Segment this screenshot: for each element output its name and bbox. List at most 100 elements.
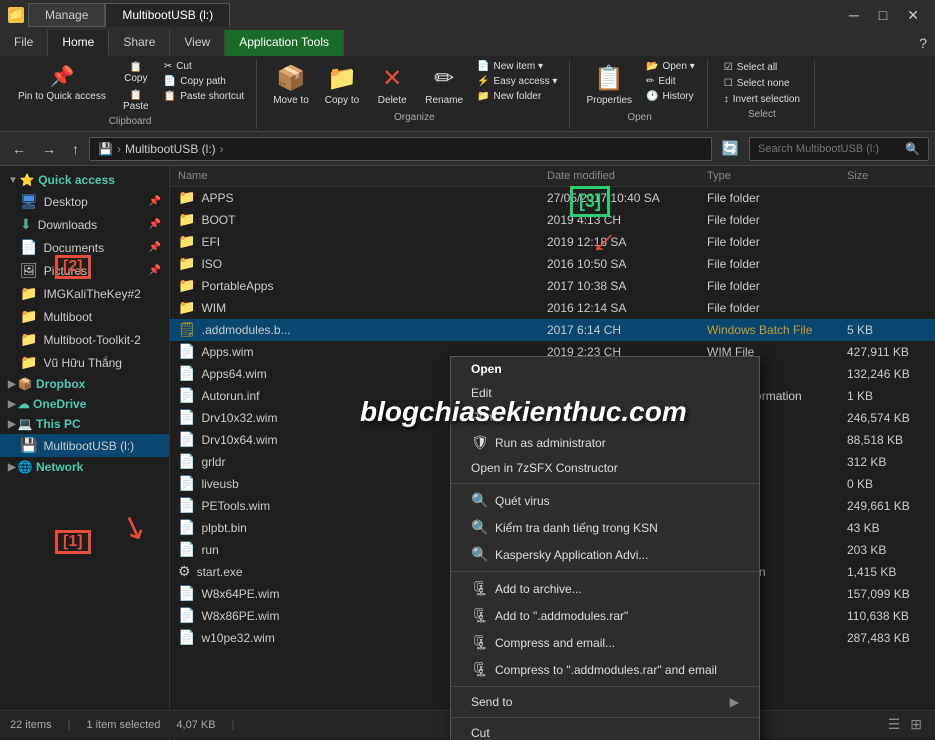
sidebar-network[interactable]: ▶ 🌐 Network — [0, 457, 169, 477]
ctx-send-to[interactable]: Send to ▶ — [451, 690, 759, 714]
select-all-button[interactable]: ☑ Select all — [718, 60, 806, 75]
header-size[interactable]: Size — [847, 170, 927, 182]
tab-share[interactable]: Share — [109, 30, 170, 56]
refresh-button[interactable]: 🔄 — [716, 136, 745, 161]
sidebar-item-desktop[interactable]: 🖥 Desktop 📌 — [0, 190, 169, 213]
virus-scan-icon: 🔍 — [471, 492, 487, 509]
multiboot-label: Multiboot — [43, 310, 92, 324]
bin-icon: 📄 — [178, 519, 195, 535]
back-button[interactable]: ← — [6, 137, 32, 161]
up-button[interactable]: ↑ — [66, 137, 85, 161]
ctx-add-archive[interactable]: 🗜 Add to archive... — [451, 575, 759, 602]
table-row[interactable]: 📁WIM 2016 12:14 SA File folder — [170, 297, 935, 319]
wim-icon: 📄 — [178, 497, 195, 513]
tab-view[interactable]: View — [170, 30, 225, 56]
ribbon-help-button[interactable]: ? — [911, 31, 935, 55]
tab-home[interactable]: Home — [48, 30, 109, 56]
sidebar-item-multibootusb[interactable]: 💾 MultibootUSB (l:) — [0, 434, 169, 457]
ctx-cut[interactable]: Cut — [451, 721, 759, 740]
large-icons-view-button[interactable]: ⊞ — [907, 716, 925, 733]
pictures-label: Pictures — [44, 264, 87, 278]
sidebar-item-imgkali[interactable]: 📁 IMGKaliTheKey#2 — [0, 282, 169, 305]
table-row[interactable]: 🗒.addmodules.b... 2017 6:14 CH Windows B… — [170, 319, 935, 341]
rar-icon: 🗜 — [471, 607, 487, 624]
details-view-button[interactable]: ☰ — [885, 716, 904, 733]
table-row[interactable]: 📁BOOT 2019 4:13 CH File folder — [170, 209, 935, 231]
search-input[interactable] — [758, 143, 905, 155]
sidebar-this-pc[interactable]: ▶ 💻 This PC — [0, 414, 169, 434]
easy-access-button[interactable]: ⚡ Easy access ▾ — [473, 75, 561, 88]
ctx-open-7zsfx[interactable]: Open in 7zSFX Constructor — [451, 456, 759, 480]
network-arrow: ▶ — [8, 462, 16, 473]
edit-button[interactable]: ✏ Edit — [642, 75, 699, 88]
table-row[interactable]: 📁APPS 27/05/2017 10:40 SA File folder — [170, 187, 935, 209]
path-part: MultibootUSB (l:) — [125, 142, 216, 156]
select-none-button[interactable]: ☐ Select none — [718, 76, 806, 91]
tab-file[interactable]: File — [0, 30, 48, 56]
open-button[interactable]: 📂 Open ▾ — [642, 60, 699, 73]
sidebar-item-vuhuu[interactable]: 📁 Vũ Hữu Thắng — [0, 351, 169, 374]
ctx-kaspersky[interactable]: 🔍 Kaspersky Application Advi... — [451, 541, 759, 568]
maximize-button[interactable]: □ — [871, 3, 895, 27]
move-to-button[interactable]: 📦 Move to — [267, 60, 315, 110]
ctx-open-label: Open — [471, 362, 502, 376]
header-date[interactable]: Date modified — [547, 170, 707, 182]
tab-multibootusb[interactable]: MultibootUSB (l:) — [105, 3, 230, 27]
copy-path-label: Copy path — [180, 76, 226, 87]
sidebar-quick-access[interactable]: ▼ ⭐ Quick access — [0, 170, 169, 190]
new-folder-button[interactable]: 📁 New folder — [473, 90, 561, 103]
invert-label: Invert selection — [733, 94, 800, 105]
tab-apptools[interactable]: Application Tools — [225, 30, 344, 56]
pin-to-quick-access-button[interactable]: 📌 Pin to Quick access — [12, 60, 112, 106]
search-box[interactable]: 🔍 — [749, 137, 929, 161]
ctx-add-rar[interactable]: 🗜 Add to ".addmodules.rar" — [451, 602, 759, 629]
sidebar-item-multiboot[interactable]: 📁 Multiboot — [0, 305, 169, 328]
forward-button[interactable]: → — [36, 137, 62, 161]
table-row[interactable]: 📁EFI 2019 12:18 SA File folder — [170, 231, 935, 253]
ctx-open[interactable]: Open — [451, 357, 759, 381]
table-row[interactable]: 📁PortableApps 2017 10:38 SA File folder — [170, 275, 935, 297]
archive-icon: 🗜 — [471, 580, 487, 597]
new-folder-icon: 📁 — [477, 91, 489, 102]
history-button[interactable]: 🕐 History — [642, 90, 699, 103]
table-row[interactable]: 📁ISO 2016 10:50 SA File folder — [170, 253, 935, 275]
minimize-button[interactable]: ─ — [841, 3, 867, 27]
copy-to-button[interactable]: 📁 Copy to — [319, 60, 365, 110]
delete-button[interactable]: ✕ Delete — [369, 60, 415, 110]
folder-icon: 📁 — [178, 299, 195, 315]
header-name[interactable]: Name — [178, 170, 547, 182]
copy-path-button[interactable]: 📄 Copy path — [160, 75, 248, 88]
ctx-check-reputation[interactable]: 🔍 Kiểm tra danh tiếng trong KSN — [451, 514, 759, 541]
network-icon: 🌐 — [18, 460, 33, 474]
ctx-compress-email[interactable]: 🗜 Compress and email... — [451, 629, 759, 656]
sidebar-item-multiboot-toolkit[interactable]: 📁 Multiboot-Toolkit-2 — [0, 328, 169, 351]
rename-button[interactable]: ✏ Rename — [419, 60, 469, 110]
tab-manage[interactable]: Manage — [28, 3, 105, 27]
folder-icon: 📁 — [178, 255, 195, 271]
ctx-scan-virus[interactable]: 🔍 Quét virus — [451, 487, 759, 514]
sidebar-item-documents[interactable]: 📄 Documents 📌 — [0, 236, 169, 259]
paste-shortcut-button[interactable]: 📋 Paste shortcut — [160, 90, 248, 103]
dropbox-arrow: ▶ — [8, 379, 16, 390]
thispc-arrow: ▶ — [8, 419, 16, 430]
network-label: Network — [36, 460, 83, 474]
sidebar-onedrive[interactable]: ▶ ☁ OneDrive — [0, 394, 169, 414]
properties-button[interactable]: 📋 Properties — [580, 60, 638, 110]
cut-button[interactable]: ✂ Cut — [160, 60, 248, 73]
navigation-bar: ← → ↑ 💾 › MultibootUSB (l:) › 🔄 🔍 — [0, 132, 935, 166]
ctx-run-as-admin[interactable]: 🛡 Run as administrator — [451, 429, 759, 456]
history-icon: 🕐 — [646, 91, 658, 102]
sidebar-item-pictures[interactable]: 🖼 Pictures 📌 — [0, 259, 169, 282]
close-button[interactable]: ✕ — [899, 3, 927, 27]
ctx-compress-rar-email[interactable]: 🗜 Compress to ".addmodules.rar" and emai… — [451, 656, 759, 683]
address-bar[interactable]: 💾 › MultibootUSB (l:) › — [89, 137, 712, 161]
ctx-sendto-label: Send to — [471, 695, 512, 709]
copy-button[interactable]: 📋 Copy — [116, 60, 156, 86]
sidebar-dropbox[interactable]: ▶ 📦 Dropbox — [0, 374, 169, 394]
vuhuu-icon: 📁 — [20, 354, 37, 371]
new-item-button[interactable]: 📄 New item ▾ — [473, 60, 561, 73]
sidebar-item-downloads[interactable]: ⬇ Downloads 📌 — [0, 213, 169, 236]
paste-button[interactable]: 📋 Paste — [116, 88, 156, 114]
header-type[interactable]: Type — [707, 170, 847, 182]
invert-selection-button[interactable]: ↕ Invert selection — [718, 92, 806, 107]
